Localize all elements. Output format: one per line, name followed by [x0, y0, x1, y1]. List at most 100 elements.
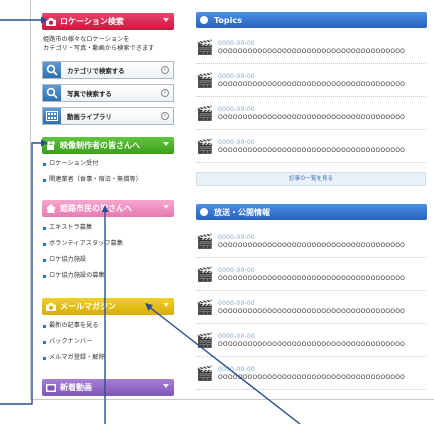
entry-date: 0000-00-00 [218, 366, 255, 373]
entry-date: 0000-00-00 [218, 40, 255, 47]
bullet-icon [43, 356, 46, 360]
entry-title[interactable]: OOOOOOOOOOOOOOOOOOOOOOOOOOOOOOOOOOOOOO [218, 81, 405, 88]
broadcast-entry[interactable]: 🎬 0000-00-00 OOOOOOOOOOOOOOOOOOOOOOOOOOO… [196, 265, 426, 291]
list-item[interactable]: ボランティアスタッフ募集 [43, 236, 123, 252]
list-item[interactable]: エキストラ募集 [43, 220, 123, 236]
topic-entry[interactable]: 🎬 0000-00-00 OOOOOOOOOOOOOOOOOOOOOOOOOOO… [196, 71, 426, 97]
photo-search-button[interactable]: 写真で検索する › [42, 84, 174, 102]
expand-icon: › [161, 89, 169, 97]
bullet-icon [43, 226, 46, 230]
entry-title[interactable]: OOOOOOOOOOOOOOOOOOOOOOOOOOOOOOOOOOOOOO [218, 147, 405, 154]
entry-date: 0000-00-00 [218, 106, 255, 113]
bullet-icon [43, 242, 46, 246]
citizens-list: エキストラ募集 ボランティアスタッフ募集 ロケ協力施設 ロケ協力施設の募集 [43, 220, 123, 284]
entry-title[interactable]: OOOOOOOOOOOOOOOOOOOOOOOOOOOOOOOOOOOOOO [218, 374, 405, 381]
entry-date: 0000-00-00 [218, 139, 255, 146]
location-search-title: ロケーション検索 [60, 17, 124, 26]
camera-icon [46, 17, 56, 27]
category-search-button[interactable]: カテゴリで検索する › [42, 61, 174, 79]
entry-title[interactable]: OOOOOOOOOOOOOOOOOOOOOOOOOOOOOOOOOOOOOO [218, 114, 405, 121]
video-library-button[interactable]: 動画ライブラリ › [42, 107, 174, 125]
bullet-icon [43, 162, 46, 166]
bullet-icon [43, 178, 46, 182]
clapperboard-icon: 🎬 [196, 234, 214, 250]
mail-magazine-title: メールマガジン [60, 302, 116, 311]
list-item-label: エキストラ募集 [49, 224, 93, 231]
magnifier-icon [43, 62, 61, 78]
entry-title[interactable]: OOOOOOOOOOOOOOOOOOOOOOOOOOOOOOOOOOOOOO [218, 242, 405, 249]
topic-entry[interactable]: 🎬 0000-00-00 OOOOOOOOOOOOOOOOOOOOOOOOOOO… [196, 137, 426, 163]
mail-magazine-list: 最新の記事を見る バックナンバー メルマガ登録・解除 [43, 318, 105, 366]
mail-magazine-header[interactable]: メールマガジン [42, 298, 174, 315]
broadcast-entry[interactable]: 🎬 0000-00-00 OOOOOOOOOOOOOOOOOOOOOOOOOOO… [196, 232, 426, 258]
clapperboard-icon: 🎬 [196, 300, 214, 316]
house-icon [46, 204, 56, 214]
bullet-icon [43, 274, 46, 278]
filmmakers-title: 映像制作者の皆さんへ [60, 141, 140, 150]
entry-date: 0000-00-00 [218, 234, 255, 241]
entry-title[interactable]: OOOOOOOOOOOOOOOOOOOOOOOOOOOOOOOOOOOOOO [218, 308, 405, 315]
broadcast-header: 放送・公開情報 [196, 204, 427, 220]
location-search-header[interactable]: ロケーション検索 [42, 13, 174, 30]
list-item-label: ボランティアスタッフ募集 [49, 240, 123, 247]
filmmakers-list: ロケーション受付 関連業者（食事・宿泊・無償等） [43, 156, 142, 188]
clapperboard-icon: 🎬 [196, 106, 214, 122]
entry-date: 0000-00-00 [218, 73, 255, 80]
film-camera-icon [46, 141, 56, 151]
expand-icon: › [161, 66, 169, 74]
filmmakers-header[interactable]: 映像制作者の皆さんへ [42, 137, 174, 154]
new-videos-header[interactable]: 新着動画 [42, 379, 174, 396]
list-item-label: ロケ協力施設の募集 [49, 272, 105, 279]
film-icon [43, 108, 61, 124]
topics-header: Topics [196, 12, 427, 28]
clapperboard-icon: 🎬 [196, 40, 214, 56]
clapperboard-icon: 🎬 [196, 333, 214, 349]
new-videos-title: 新着動画 [60, 383, 92, 392]
entry-date: 0000-00-00 [218, 333, 255, 340]
topics-title: Topics [214, 15, 242, 25]
list-item[interactable]: ロケ協力施設の募集 [43, 268, 123, 284]
entry-title[interactable]: OOOOOOOOOOOOOOOOOOOOOOOOOOOOOOOOOOOOOO [218, 275, 405, 282]
magnifier-icon [43, 85, 61, 101]
citizens-header[interactable]: 姫路市民の皆さんへ [42, 200, 174, 217]
list-item[interactable]: バックナンバー [43, 334, 105, 350]
list-item-label: 最新の記事を見る [49, 322, 99, 329]
entry-date: 0000-00-00 [218, 267, 255, 274]
photo-search-label: 写真で検索する [67, 89, 112, 98]
bullet-icon [43, 324, 46, 328]
chevron-down-icon [163, 303, 169, 307]
topic-entry[interactable]: 🎬 0000-00-00 OOOOOOOOOOOOOOOOOOOOOOOOOOO… [196, 38, 426, 64]
more-topics-link[interactable]: 記事の一覧を見る [196, 172, 426, 186]
bullet-icon [43, 340, 46, 344]
chevron-down-icon [163, 205, 169, 209]
camera-icon [46, 302, 56, 312]
bullet-icon [43, 258, 46, 262]
list-item[interactable]: 最新の記事を見る [43, 318, 105, 334]
list-item[interactable]: ロケ協力施設 [43, 252, 123, 268]
entry-title[interactable]: OOOOOOOOOOOOOOOOOOOOOOOOOOOOOOOOOOOOOO [218, 341, 405, 348]
list-item[interactable]: メルマガ登録・解除 [43, 350, 105, 366]
broadcast-title: 放送・公開情報 [214, 207, 270, 217]
location-search-description: 姫路市の様々なロケーションを カテゴリ・写真・動画から検索できます [43, 36, 155, 52]
entry-date: 0000-00-00 [218, 300, 255, 307]
list-item-label: ロケーション受付 [49, 160, 99, 167]
broadcast-entry[interactable]: 🎬 0000-00-00 OOOOOOOOOOOOOOOOOOOOOOOOOOO… [196, 331, 426, 357]
chevron-down-icon [163, 384, 169, 388]
category-search-label: カテゴリで検索する [67, 66, 125, 75]
list-item-label: ロケ協力施設 [49, 256, 87, 263]
broadcast-entry[interactable]: 🎬 0000-00-00 OOOOOOOOOOOOOOOOOOOOOOOOOOO… [196, 298, 426, 324]
broadcast-entry[interactable]: 🎬 0000-00-00 OOOOOOOOOOOOOOOOOOOOOOOOOOO… [196, 364, 426, 390]
list-item-label: バックナンバー [49, 338, 93, 345]
clapperboard-icon: 🎬 [196, 366, 214, 382]
circle-icon [200, 208, 208, 216]
circle-icon [200, 16, 208, 24]
list-item[interactable]: 関連業者（食事・宿泊・無償等） [43, 172, 142, 188]
list-item[interactable]: ロケーション受付 [43, 156, 142, 172]
film-icon [46, 383, 56, 393]
list-item-label: メルマガ登録・解除 [49, 354, 105, 361]
clapperboard-icon: 🎬 [196, 73, 214, 89]
entry-title[interactable]: OOOOOOOOOOOOOOOOOOOOOOOOOOOOOOOOOOOOOO [218, 48, 405, 55]
chevron-down-icon [163, 18, 169, 22]
topic-entry[interactable]: 🎬 0000-00-00 OOOOOOOOOOOOOOOOOOOOOOOOOOO… [196, 104, 426, 130]
video-library-label: 動画ライブラリ [67, 112, 112, 121]
